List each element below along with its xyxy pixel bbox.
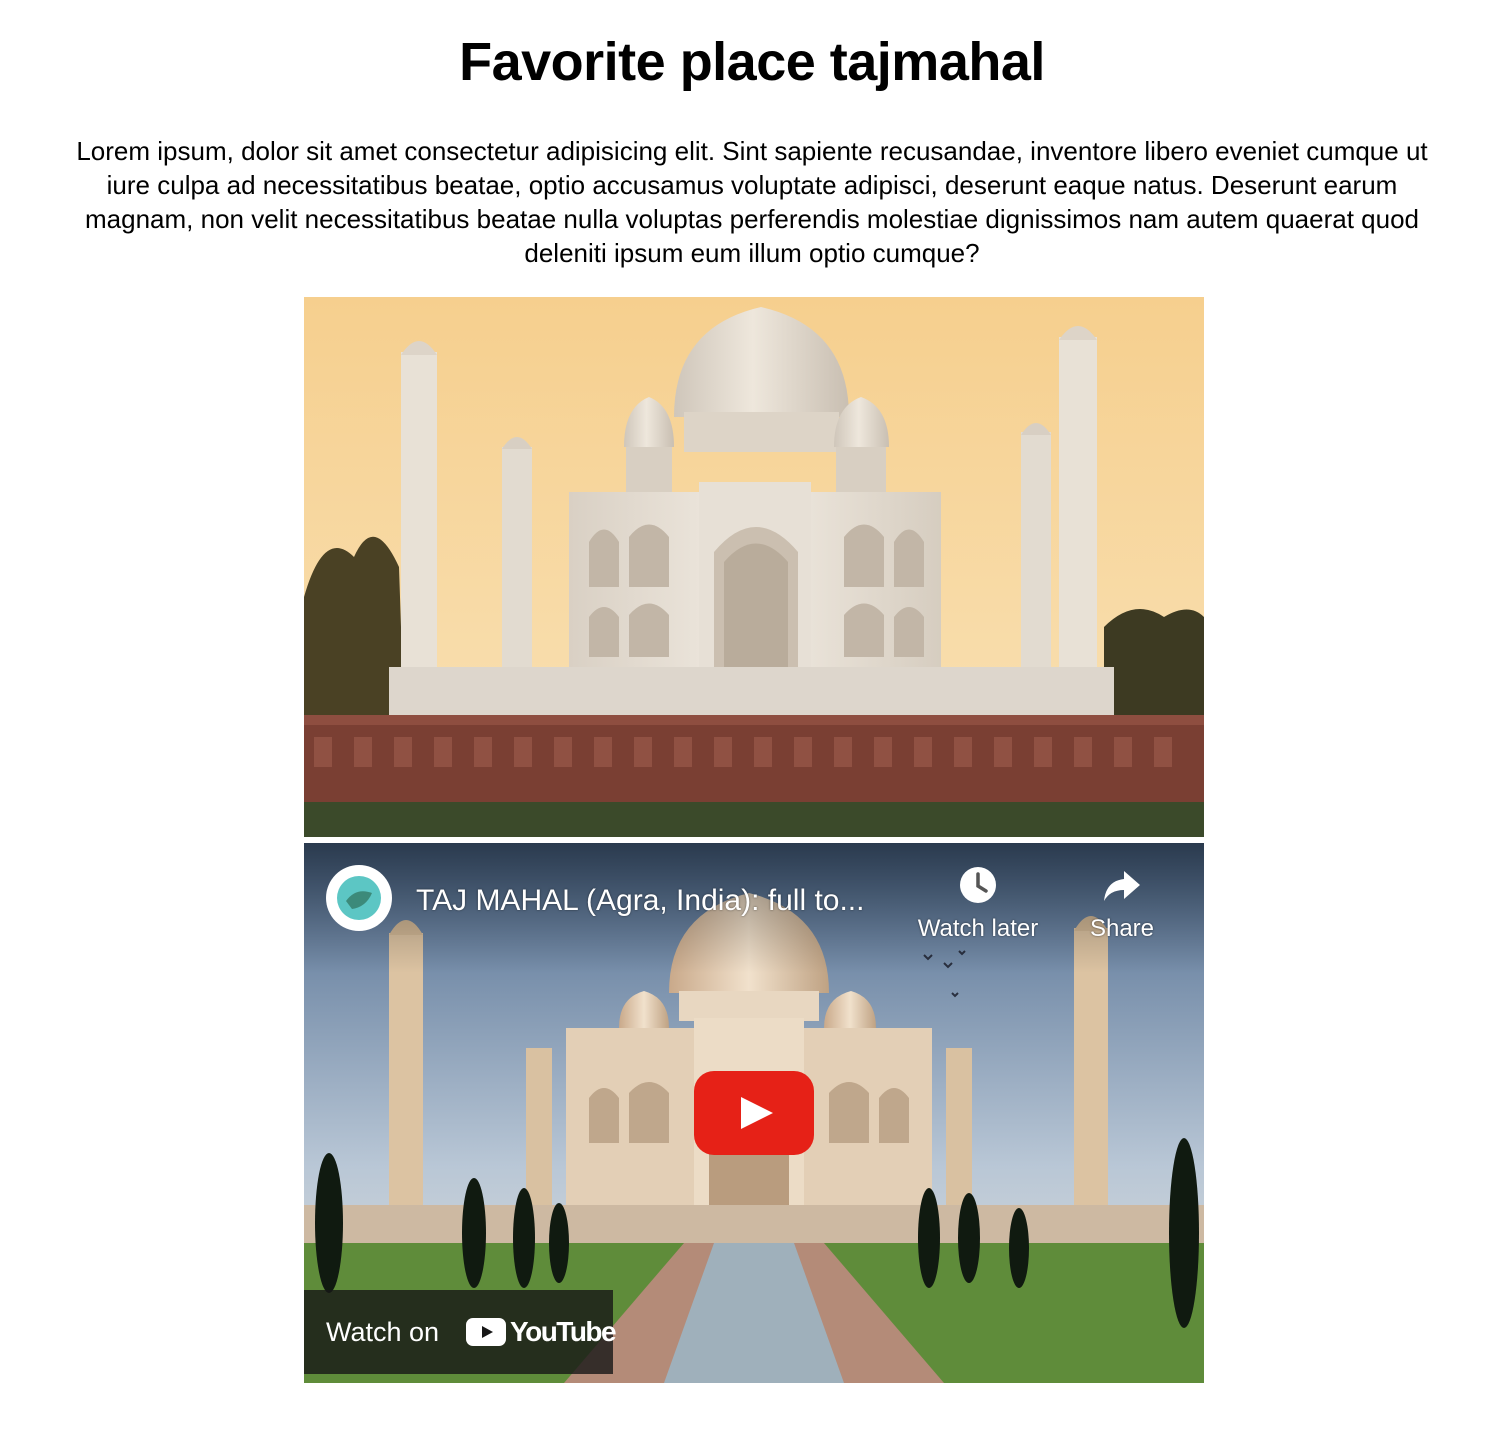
youtube-logo-icon xyxy=(466,1318,506,1346)
page: Favorite place tajmahal Lorem ipsum, dol… xyxy=(0,0,1504,1450)
channel-logo-icon xyxy=(327,866,391,930)
page-title: Favorite place tajmahal xyxy=(459,32,1045,92)
video-title[interactable]: TAJ MAHAL (Agra, India): full to... xyxy=(416,883,896,919)
watch-on-label: Watch on xyxy=(326,1317,440,1347)
youtube-embed[interactable]: TAJ MAHAL (Agra, India): full to... Watc… xyxy=(304,843,1204,1383)
watch-on-youtube-button[interactable]: Watch on YouTube xyxy=(304,1290,617,1374)
clock-icon xyxy=(960,867,996,903)
intro-paragraph: Lorem ipsum, dolor sit amet consectetur … xyxy=(76,136,1428,268)
share-label: Share xyxy=(1089,915,1155,942)
watch-later-label: Watch later xyxy=(917,915,1039,942)
share-arrow-icon xyxy=(1104,871,1140,901)
share-button[interactable]: Share xyxy=(1047,865,1197,943)
play-icon xyxy=(694,1071,814,1155)
play-button[interactable] xyxy=(694,1071,814,1155)
channel-avatar[interactable] xyxy=(326,865,392,931)
watch-later-button[interactable]: Watch later xyxy=(903,865,1053,943)
tajmahal-photo xyxy=(304,297,1204,837)
youtube-wordmark: YouTube xyxy=(510,1316,617,1347)
